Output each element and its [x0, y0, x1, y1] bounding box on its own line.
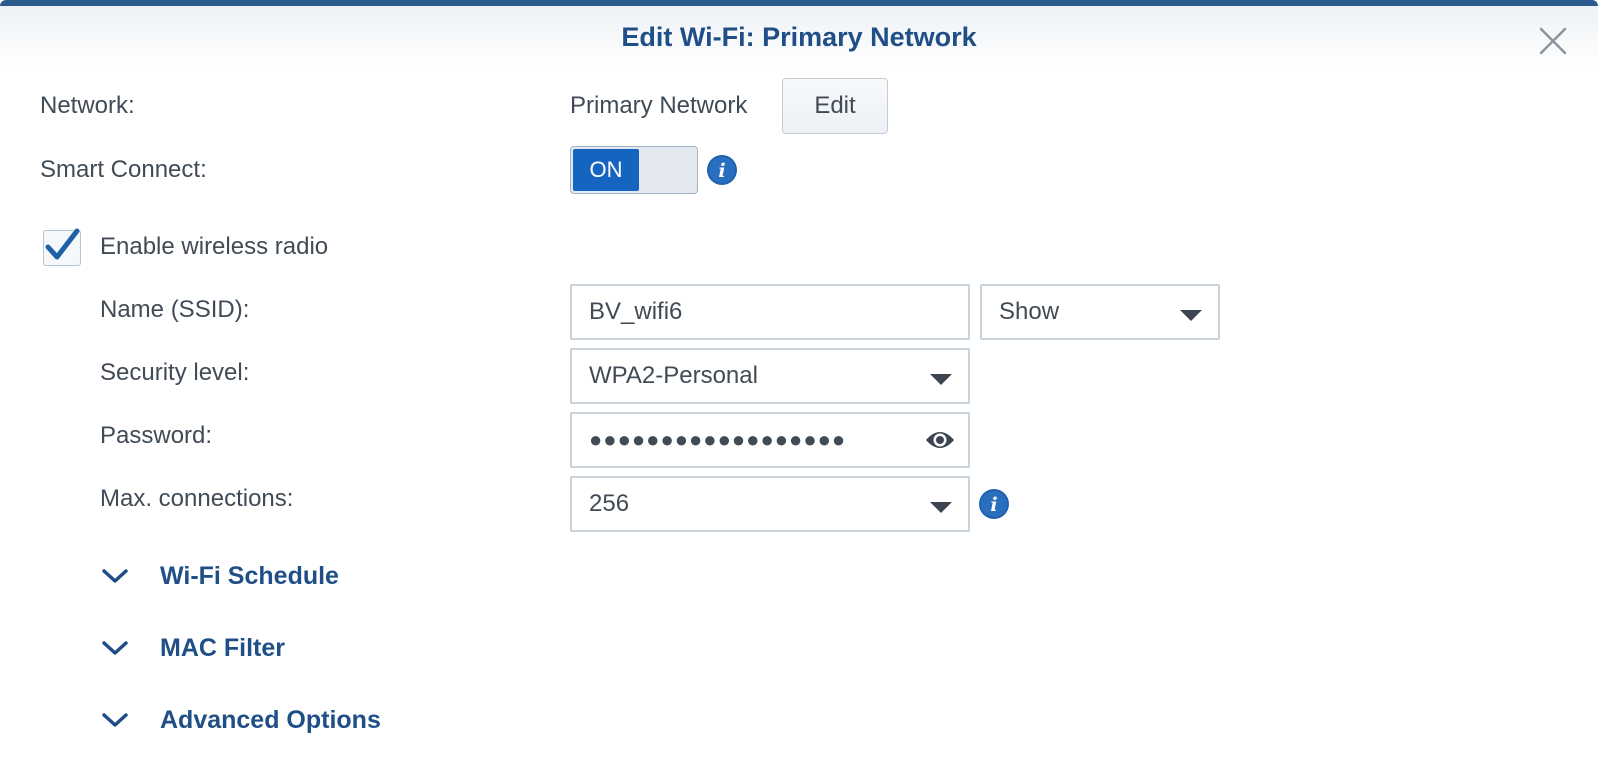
network-label: Network:	[40, 92, 135, 119]
svg-text:i: i	[990, 494, 997, 516]
info-icon[interactable]: i	[978, 488, 1010, 520]
security-level-value: WPA2-Personal	[589, 362, 758, 389]
chevron-down-icon	[1180, 310, 1202, 321]
smart-connect-toggle[interactable]: ON	[570, 146, 698, 194]
max-connections-value: 256	[589, 490, 630, 517]
section-label: Wi-Fi Schedule	[160, 561, 339, 590]
dialog-title: Edit Wi-Fi: Primary Network	[621, 22, 977, 52]
edit-wifi-dialog: Edit Wi-Fi: Primary Network Network: Pri…	[0, 0, 1598, 764]
chevron-down-icon	[930, 374, 952, 385]
ssid-label: Name (SSID):	[100, 296, 250, 323]
max-connections-select[interactable]: 256	[570, 476, 970, 532]
info-icon[interactable]: i	[706, 154, 738, 186]
enable-wireless-radio-checkbox[interactable]	[43, 228, 81, 266]
section-label: MAC Filter	[160, 633, 285, 662]
section-wifi-schedule[interactable]: Wi-Fi Schedule	[100, 556, 339, 596]
security-level-select[interactable]: WPA2-Personal	[570, 348, 970, 404]
smart-connect-label: Smart Connect:	[40, 156, 207, 183]
security-level-label: Security level:	[100, 359, 250, 386]
ssid-visibility-value: Show	[999, 298, 1060, 325]
password-input[interactable]: ●●●●●●●●●●●●●●●●●●	[570, 412, 970, 468]
password-masked-value: ●●●●●●●●●●●●●●●●●●	[589, 427, 847, 452]
ssid-input[interactable]: BV_wifi6	[570, 284, 970, 340]
section-label: Advanced Options	[160, 705, 381, 734]
section-advanced-options[interactable]: Advanced Options	[100, 700, 381, 740]
chevron-down-icon	[102, 713, 128, 727]
password-label: Password:	[100, 422, 213, 449]
eye-icon[interactable]	[924, 426, 956, 454]
chevron-down-icon	[102, 569, 128, 583]
checkmark-icon	[45, 228, 80, 260]
chevron-down-icon	[102, 641, 128, 655]
chevron-down-icon	[930, 502, 952, 513]
svg-text:i: i	[718, 160, 725, 182]
ssid-visibility-select[interactable]: Show	[980, 284, 1220, 340]
ssid-value: BV_wifi6	[589, 298, 683, 325]
network-name: Primary Network	[570, 92, 748, 119]
enable-wireless-radio-label: Enable wireless radio	[100, 233, 329, 260]
edit-network-button[interactable]: Edit	[782, 78, 888, 134]
toggle-on-label: ON	[573, 149, 639, 191]
close-icon[interactable]	[1538, 26, 1568, 56]
max-connections-label: Max. connections:	[100, 485, 294, 512]
section-mac-filter[interactable]: MAC Filter	[100, 628, 285, 668]
dialog-header: Edit Wi-Fi: Primary Network	[0, 6, 1598, 70]
